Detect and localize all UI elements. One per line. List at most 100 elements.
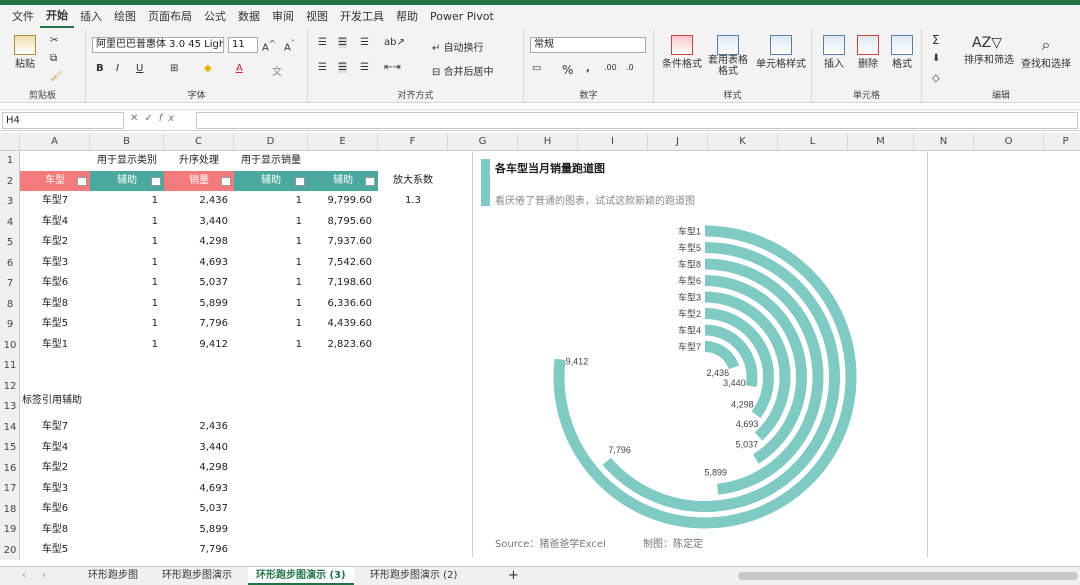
- cell-D6[interactable]: 1: [234, 253, 308, 273]
- grow-font-icon[interactable]: A^: [262, 38, 276, 53]
- fill-icon[interactable]: ⬇: [932, 53, 940, 64]
- decrease-decimal-icon[interactable]: .0: [626, 63, 634, 72]
- orientation-icon[interactable]: ab↗: [384, 37, 405, 48]
- sort-filter-button[interactable]: AZ▽ 排序和筛选: [964, 35, 1014, 66]
- cell-C10[interactable]: 9,412: [164, 335, 234, 355]
- header-sales[interactable]: 销量: [164, 171, 234, 191]
- bold-button[interactable]: B: [96, 63, 104, 74]
- cell-B7[interactable]: 1: [90, 273, 164, 293]
- row-header-20[interactable]: 20: [0, 541, 20, 561]
- cell-A8[interactable]: 车型8: [20, 294, 90, 314]
- column-header-N[interactable]: N: [914, 133, 974, 151]
- chart-area[interactable]: 各车型当月销量跑道图 看厌倦了普通的图表，试试这款新颖的跑道图 车型1 9,412…: [472, 151, 928, 557]
- cell-B3[interactable]: 1: [90, 191, 164, 211]
- cell-E4[interactable]: 8,795.60: [308, 212, 378, 232]
- row-header-14[interactable]: 14: [0, 418, 20, 438]
- column-header-F[interactable]: F: [378, 133, 448, 151]
- menu-tab-6[interactable]: 数据: [232, 5, 266, 29]
- column-header-K[interactable]: K: [708, 133, 778, 151]
- cancel-icon[interactable]: ✕: [130, 113, 144, 124]
- cell-A9[interactable]: 车型5: [20, 314, 90, 334]
- scroll-left-icon[interactable]: ‹: [14, 567, 34, 585]
- cell-B5[interactable]: 1: [90, 232, 164, 252]
- phonetic-icon[interactable]: 文: [272, 63, 282, 78]
- sorted-filter-icon[interactable]: [221, 177, 231, 186]
- increase-decimal-icon[interactable]: .00: [604, 63, 617, 72]
- find-select-button[interactable]: ⌕ 查找和选择: [1018, 35, 1074, 70]
- row-header-4[interactable]: 4: [0, 213, 20, 233]
- row-header-10[interactable]: 10: [0, 336, 20, 356]
- cell-C19[interactable]: 5,899: [164, 520, 234, 540]
- cell-A14[interactable]: 车型7: [20, 417, 90, 437]
- column-header-D[interactable]: D: [234, 133, 308, 151]
- bar-车型1[interactable]: [553, 225, 857, 529]
- align-left-icon[interactable]: ☰: [318, 62, 327, 73]
- row-header-12[interactable]: 12: [0, 377, 20, 397]
- filter-dropdown-icon[interactable]: [365, 177, 375, 186]
- wrap-text-button[interactable]: ↵ 自动换行: [432, 39, 484, 54]
- cell-E7[interactable]: 7,198.60: [308, 273, 378, 293]
- name-box[interactable]: H4: [2, 112, 124, 129]
- column-header-M[interactable]: M: [848, 133, 914, 151]
- cell-E8[interactable]: 6,336.60: [308, 294, 378, 314]
- cell-C8[interactable]: 5,899: [164, 294, 234, 314]
- cell-E9[interactable]: 4,439.60: [308, 314, 378, 334]
- copy-icon[interactable]: ⧉: [50, 53, 57, 64]
- header-aux-d[interactable]: 辅助: [234, 171, 308, 191]
- cell-C20[interactable]: 7,796: [164, 540, 234, 560]
- horizontal-scrollbar[interactable]: [738, 572, 1078, 580]
- cell-C15[interactable]: 3,440: [164, 438, 234, 458]
- column-header-E[interactable]: E: [308, 133, 378, 151]
- menu-tab-5[interactable]: 公式: [198, 5, 232, 29]
- cell-C1[interactable]: 升序处理: [164, 151, 234, 171]
- column-header-J[interactable]: J: [648, 133, 708, 151]
- paste-button[interactable]: 粘贴: [10, 35, 40, 70]
- cell-B1[interactable]: 用于显示类别: [90, 151, 164, 171]
- cell-D3[interactable]: 1: [234, 191, 308, 211]
- cell-C5[interactable]: 4,298: [164, 232, 234, 252]
- cell-D5[interactable]: 1: [234, 232, 308, 252]
- column-header-L[interactable]: L: [778, 133, 848, 151]
- border-icon[interactable]: ⊞: [170, 63, 178, 74]
- cell-D7[interactable]: 1: [234, 273, 308, 293]
- format-cells-button[interactable]: 格式: [886, 35, 918, 70]
- autosum-icon[interactable]: Σ: [932, 33, 940, 47]
- header-car[interactable]: 车型: [20, 171, 90, 191]
- row-header-8[interactable]: 8: [0, 295, 20, 315]
- column-header-A[interactable]: A: [20, 133, 90, 151]
- sheet-tab-2[interactable]: 环形跑步图演示 (3): [248, 567, 354, 585]
- cell-A10[interactable]: 车型1: [20, 335, 90, 355]
- cell-A3[interactable]: 车型7: [20, 191, 90, 211]
- cell-A17[interactable]: 车型3: [20, 479, 90, 499]
- insert-cells-button[interactable]: 插入: [818, 35, 850, 70]
- cell-B8[interactable]: 1: [90, 294, 164, 314]
- cell-A6[interactable]: 车型3: [20, 253, 90, 273]
- cell-D8[interactable]: 1: [234, 294, 308, 314]
- row-header-9[interactable]: 9: [0, 315, 20, 335]
- delete-cells-button[interactable]: 删除: [852, 35, 884, 70]
- menu-tab-3[interactable]: 绘图: [108, 5, 142, 29]
- cell-B4[interactable]: 1: [90, 212, 164, 232]
- header-aux-b[interactable]: 辅助: [90, 171, 164, 191]
- menu-tab-8[interactable]: 视图: [300, 5, 334, 29]
- formula-input[interactable]: [196, 112, 1078, 129]
- cut-icon[interactable]: ✂: [50, 35, 58, 46]
- menu-tab-11[interactable]: Power Pivot: [424, 5, 500, 29]
- sheet-tab-1[interactable]: 环形跑步图演示: [154, 567, 240, 585]
- cell-D9[interactable]: 1: [234, 314, 308, 334]
- menu-tab-1[interactable]: 开始: [40, 6, 74, 28]
- cell-C16[interactable]: 4,298: [164, 458, 234, 478]
- cell-B9[interactable]: 1: [90, 314, 164, 334]
- cell-A7[interactable]: 车型6: [20, 273, 90, 293]
- menu-tab-0[interactable]: 文件: [6, 5, 40, 29]
- font-name-select[interactable]: 阿里巴巴普惠体 3.0 45 Light: [92, 37, 224, 53]
- cell-A4[interactable]: 车型4: [20, 212, 90, 232]
- currency-icon[interactable]: ▭: [532, 63, 541, 74]
- cell-B10[interactable]: 1: [90, 335, 164, 355]
- filter-dropdown-icon[interactable]: [151, 177, 161, 186]
- menu-tab-10[interactable]: 帮助: [390, 5, 424, 29]
- cell-C7[interactable]: 5,037: [164, 273, 234, 293]
- cell-B6[interactable]: 1: [90, 253, 164, 273]
- number-format-select[interactable]: 常规: [530, 37, 646, 53]
- align-right-icon[interactable]: ☰: [360, 62, 369, 73]
